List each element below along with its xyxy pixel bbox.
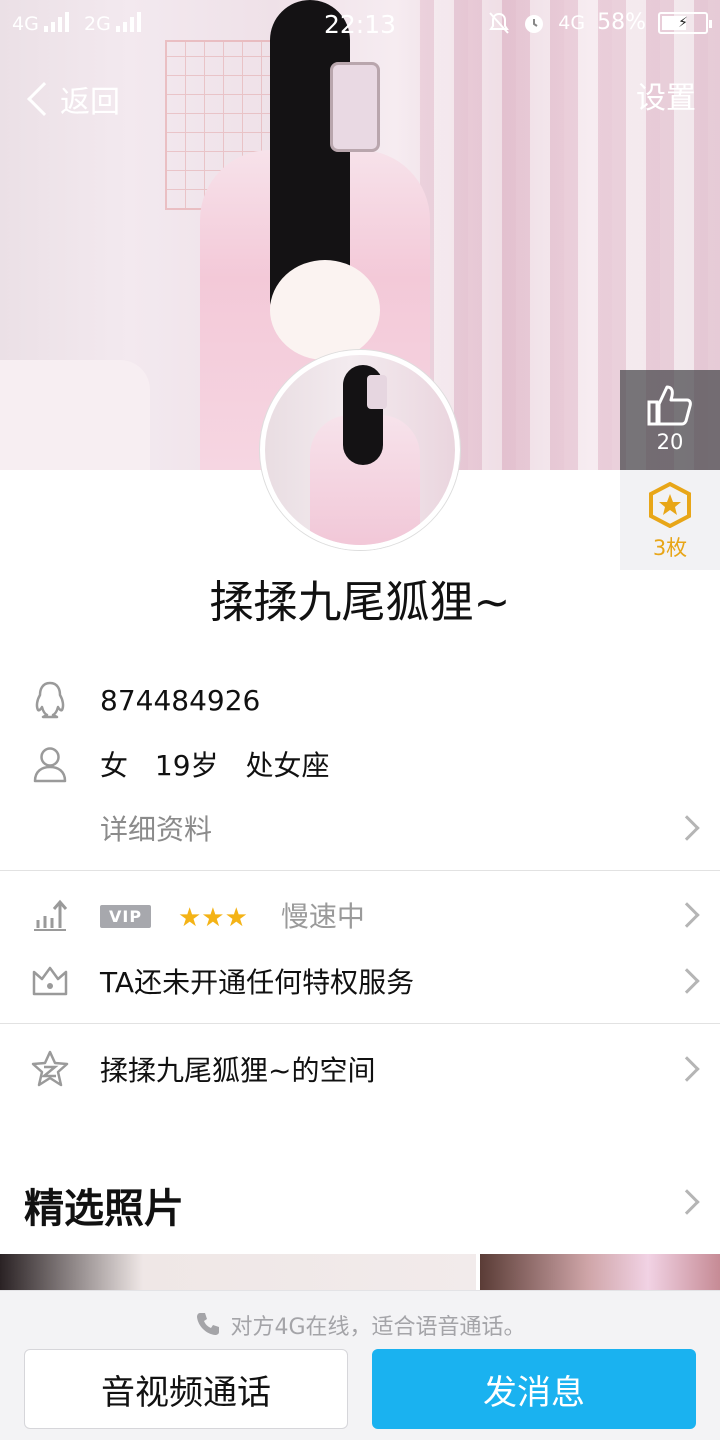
divider xyxy=(0,870,720,871)
chevron-right-icon xyxy=(674,1056,700,1082)
vip-row[interactable]: VIP ★★★ 慢速中 xyxy=(0,890,720,940)
audio-video-call-button[interactable]: 音视频通话 xyxy=(24,1349,348,1429)
age: 19岁 xyxy=(154,749,219,782)
qq-number-row: 874484926 xyxy=(0,676,720,724)
online-hint: 对方4G在线，适合语音通话。 xyxy=(0,1309,720,1341)
chevron-right-icon xyxy=(674,902,700,928)
profile-nickname: 揉揉九尾狐狸~ xyxy=(209,577,511,628)
back-button[interactable]: 返回 xyxy=(20,74,120,124)
featured-photo-thumbnail[interactable] xyxy=(0,1254,476,1294)
vip-status: 慢速中 xyxy=(280,900,365,933)
featured-photo-thumbnail[interactable] xyxy=(480,1254,720,1294)
send-message-button[interactable]: 发消息 xyxy=(372,1349,696,1429)
divider xyxy=(0,1023,720,1024)
bell-muted-icon xyxy=(489,11,510,34)
online-hint-text: 对方4G在线，适合语音通话。 xyxy=(230,1315,526,1340)
charging-bolt-icon: ⚡ xyxy=(678,14,688,31)
settings-button[interactable]: 设置 xyxy=(636,74,696,124)
constellation: 处女座 xyxy=(245,749,330,782)
qzone-space-row[interactable]: 揉揉九尾狐狸~的空间 xyxy=(0,1044,720,1094)
chevron-right-icon xyxy=(674,968,700,994)
like-button[interactable]: 20 xyxy=(620,370,720,470)
crown-icon xyxy=(28,959,72,1003)
status-right: 4G 58% ⚡ xyxy=(488,10,712,35)
details-row[interactable]: 详细资料 xyxy=(0,804,720,852)
vip-badge: VIP xyxy=(100,905,152,928)
medal-wall-button[interactable]: 3枚 xyxy=(620,470,720,570)
thumbs-up-icon xyxy=(647,385,692,426)
avatar[interactable] xyxy=(260,350,460,550)
status-bar: 4G 2G 22:13 4G 58% ⚡ xyxy=(0,0,720,50)
privilege-row[interactable]: TA还未开通任何特权服务 xyxy=(0,956,720,1006)
person-icon xyxy=(28,742,72,786)
cover-plush-toy xyxy=(270,260,380,360)
level-up-icon xyxy=(28,893,72,937)
cover-phone xyxy=(330,62,380,152)
vip-info: VIP ★★★ 慢速中 xyxy=(100,895,365,935)
likes-count: 20 xyxy=(656,430,684,454)
basic-info-row: 女 19岁 处女座 xyxy=(0,740,720,788)
battery-percent: 58% xyxy=(597,10,646,35)
privilege-text: TA还未开通任何特权服务 xyxy=(100,966,415,999)
battery-icon: ⚡ xyxy=(658,11,712,34)
vip-level-stars: ★★★ xyxy=(177,903,248,933)
cover-bed xyxy=(0,360,150,470)
basic-info: 女 19岁 处女座 xyxy=(100,744,329,784)
bottom-action-bar: 对方4G在线，适合语音通话。 音视频通话 发消息 xyxy=(0,1290,720,1440)
qq-number: 874484926 xyxy=(100,683,261,717)
phone-icon xyxy=(197,1313,220,1335)
details-link: 详细资料 xyxy=(100,813,213,846)
medals-count: 3枚 xyxy=(652,536,688,560)
medal-icon xyxy=(649,481,691,529)
back-label: 返回 xyxy=(60,85,120,120)
chevron-right-icon xyxy=(674,815,700,841)
network-type: 4G xyxy=(558,11,586,34)
chevron-left-icon xyxy=(27,82,61,116)
avatar-phone xyxy=(367,375,387,409)
penguin-icon xyxy=(28,678,72,722)
qzone-star-icon xyxy=(28,1047,72,1091)
qzone-space-label: 揉揉九尾狐狸~的空间 xyxy=(100,1054,376,1087)
chevron-right-icon xyxy=(674,1189,700,1215)
featured-photos-title: 精选照片 xyxy=(24,1186,184,1232)
gender: 女 xyxy=(100,749,129,782)
alarm-icon xyxy=(525,14,544,33)
